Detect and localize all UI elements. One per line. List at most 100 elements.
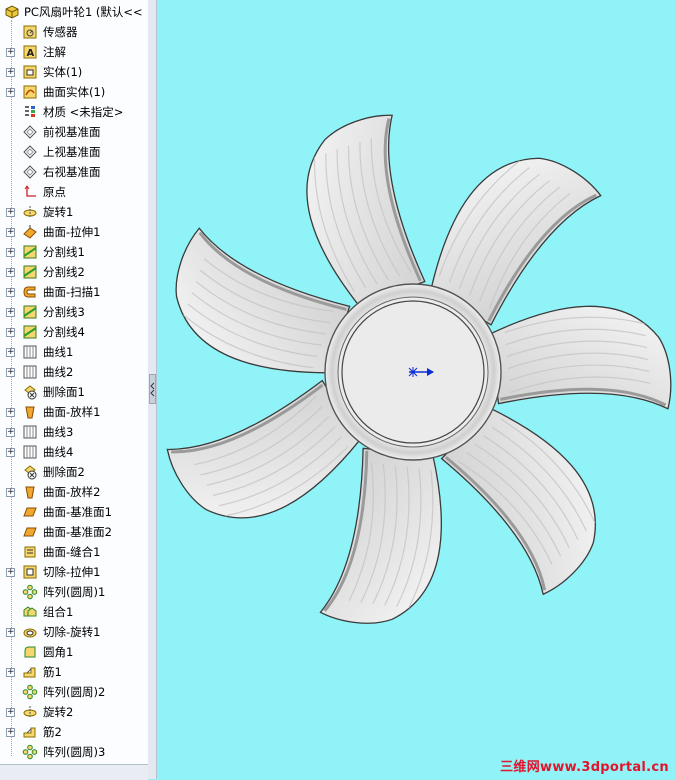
origin-icon <box>22 184 38 200</box>
rib-icon <box>22 724 38 740</box>
solid-bodies-icon <box>22 64 38 80</box>
tree-item[interactable]: + 曲线3 <box>0 422 148 442</box>
cut-extrude-icon <box>22 564 38 580</box>
expand-toggle[interactable]: + <box>6 47 15 57</box>
tree-item[interactable]: 删除面1 <box>0 382 148 402</box>
revolve-icon <box>22 704 38 720</box>
tree-item[interactable]: + 曲面-扫描1 <box>0 282 148 302</box>
tree-item[interactable]: + 曲面-放样2 <box>0 482 148 502</box>
feature-manager-tree[interactable]: PC风扇叶轮1 (默认<< 传感器 + A 注解 + 实体(1) + 曲面实体(1) 材质 <未… <box>0 0 149 779</box>
tree-item-label: 曲面-基准面2 <box>43 525 112 539</box>
tree-item-label: 曲面-拉伸1 <box>43 225 101 239</box>
expand-toggle[interactable]: + <box>6 427 15 437</box>
tree-item[interactable]: + 旋转1 <box>0 202 148 222</box>
tree-item[interactable]: + 曲面-放样1 <box>0 402 148 422</box>
tree-item[interactable]: + 实体(1) <box>0 62 148 82</box>
tree-item[interactable]: + 分割线1 <box>0 242 148 262</box>
tree-item-label: 筋2 <box>43 725 62 739</box>
tree-item[interactable]: + 旋转2 <box>0 702 148 722</box>
tree-item[interactable]: 阵列(圆周)3 <box>0 742 148 762</box>
tree-item-label: 上视基准面 <box>43 145 101 159</box>
expand-toggle[interactable]: + <box>6 627 15 637</box>
watermark-text: 三维网www.3dportal.cn <box>500 760 669 775</box>
expand-toggle[interactable]: + <box>6 347 15 357</box>
annotation-icon: A <box>22 44 38 60</box>
combine-icon <box>22 604 38 620</box>
tree-item-label: 阵列(圆周)2 <box>43 685 106 699</box>
tree-item[interactable]: + 曲线1 <box>0 342 148 362</box>
material-icon <box>22 104 38 120</box>
expand-toggle[interactable]: + <box>6 287 15 297</box>
tree-item[interactable]: + 曲面-拉伸1 <box>0 222 148 242</box>
tree-root-part[interactable]: PC风扇叶轮1 (默认<< <box>0 2 148 22</box>
expand-toggle[interactable]: + <box>6 487 15 497</box>
tree-item-label: 传感器 <box>43 25 78 39</box>
tree-item[interactable]: 曲面-基准面1 <box>0 502 148 522</box>
tree-item-label: 注解 <box>43 45 66 59</box>
tree-item-label: 曲面-缝合1 <box>43 545 101 559</box>
tree-item-label: 曲线1 <box>43 345 74 359</box>
tree-item-label: 阵列(圆周)3 <box>43 745 106 759</box>
tree-item[interactable]: + 曲线2 <box>0 362 148 382</box>
tree-item[interactable]: 删除面2 <box>0 462 148 482</box>
expand-toggle[interactable]: + <box>6 567 15 577</box>
expand-toggle[interactable]: + <box>6 447 15 457</box>
fillet-icon <box>22 644 38 660</box>
expand-toggle[interactable]: + <box>6 367 15 377</box>
tree-item[interactable]: 曲面-基准面2 <box>0 522 148 542</box>
tree-item[interactable]: 圆角1 <box>0 642 148 662</box>
tree-horizontal-scrollbar[interactable] <box>0 764 148 780</box>
tree-item-label: 前视基准面 <box>43 125 101 139</box>
tree-item[interactable]: + 曲面实体(1) <box>0 82 148 102</box>
tree-item[interactable]: 右视基准面 <box>0 162 148 182</box>
tree-item[interactable]: 前视基准面 <box>0 122 148 142</box>
tree-item[interactable]: 组合1 <box>0 602 148 622</box>
split-line-icon <box>22 304 38 320</box>
tree-item[interactable]: + 分割线2 <box>0 262 148 282</box>
surface-loft-icon <box>22 484 38 500</box>
tree-item[interactable]: + 曲线4 <box>0 442 148 462</box>
expand-toggle[interactable]: + <box>6 667 15 677</box>
tree-item[interactable]: 上视基准面 <box>0 142 148 162</box>
graphics-area[interactable] <box>157 0 675 764</box>
tree-item[interactable]: 传感器 <box>0 22 148 42</box>
tree-item[interactable]: + 切除-旋转1 <box>0 622 148 642</box>
curve-icon <box>22 444 38 460</box>
knit-surface-icon <box>22 544 38 560</box>
expand-toggle[interactable]: + <box>6 707 15 717</box>
expand-toggle[interactable]: + <box>6 407 15 417</box>
tree-item[interactable]: + 分割线4 <box>0 322 148 342</box>
plane-icon <box>22 164 38 180</box>
part-icon <box>4 4 20 20</box>
expand-toggle[interactable]: + <box>6 227 15 237</box>
expand-toggle[interactable]: + <box>6 87 15 97</box>
expand-toggle[interactable]: + <box>6 207 15 217</box>
expand-toggle[interactable]: + <box>6 327 15 337</box>
expand-toggle[interactable]: + <box>6 247 15 257</box>
tree-item[interactable]: + 筋1 <box>0 662 148 682</box>
collapse-handle[interactable] <box>149 374 156 404</box>
tree-item-label: 曲面实体(1) <box>43 85 106 99</box>
tree-item[interactable]: + 分割线3 <box>0 302 148 322</box>
planar-surface-icon <box>22 524 38 540</box>
tree-item[interactable]: 材质 <未指定> <box>0 102 148 122</box>
expand-toggle[interactable]: + <box>6 267 15 277</box>
tree-item[interactable]: 曲面-缝合1 <box>0 542 148 562</box>
sensor-icon <box>22 24 38 40</box>
tree-item[interactable]: + A 注解 <box>0 42 148 62</box>
curve-icon <box>22 344 38 360</box>
tree-item[interactable]: + 筋2 <box>0 722 148 742</box>
tree-item[interactable]: + 切除-拉伸1 <box>0 562 148 582</box>
tree-item[interactable]: 原点 <box>0 182 148 202</box>
tree-item-label: 圆角1 <box>43 645 74 659</box>
curve-icon <box>22 424 38 440</box>
tree-item-label: 删除面2 <box>43 465 85 479</box>
expand-toggle[interactable]: + <box>6 67 15 77</box>
delete-face-icon <box>22 384 38 400</box>
revolve-icon <box>22 204 38 220</box>
tree-item[interactable]: 阵列(圆周)2 <box>0 682 148 702</box>
tree-item-label: 分割线2 <box>43 265 85 279</box>
expand-toggle[interactable]: + <box>6 727 15 737</box>
expand-toggle[interactable]: + <box>6 307 15 317</box>
tree-item[interactable]: 阵列(圆周)1 <box>0 582 148 602</box>
